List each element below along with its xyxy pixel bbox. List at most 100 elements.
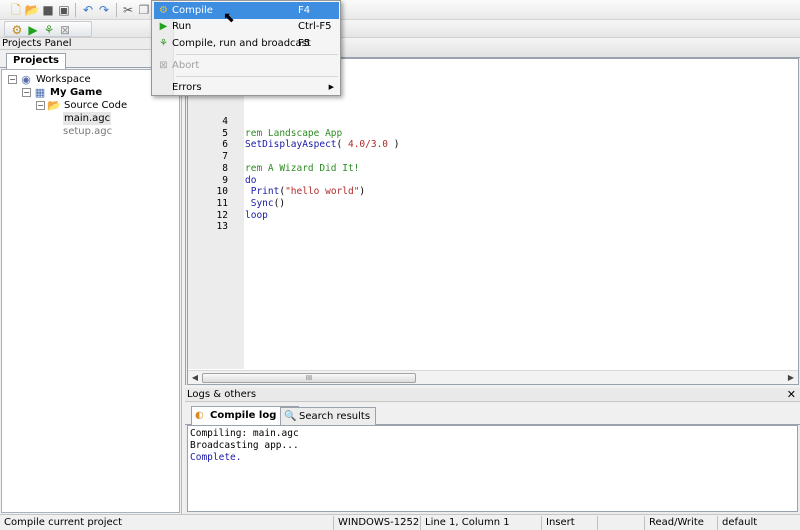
tree-label: main.agc — [63, 112, 112, 125]
new-file-icon[interactable]: 🗋 — [8, 2, 24, 18]
tab-search-results[interactable]: 🔍 Search results — [280, 407, 377, 425]
menu-item-errors[interactable]: Errors ▶ — [154, 79, 339, 96]
menu-item-shortcut: F5 — [298, 38, 311, 49]
redo-icon[interactable]: ↷ — [96, 2, 112, 18]
menu-item-abort[interactable]: ⊠ Abort — [154, 57, 339, 74]
submenu-arrow-icon: ▶ — [328, 83, 334, 91]
status-divider — [333, 516, 334, 530]
tree-label: My Game — [50, 87, 103, 98]
horizontal-scrollbar[interactable]: ◀ III ▶ — [188, 370, 798, 384]
code-token: do — [245, 175, 257, 186]
copy-icon[interactable]: ❐ — [136, 2, 152, 18]
tab-label: Compile log — [210, 410, 277, 421]
status-divider — [717, 516, 718, 530]
line-number: 7 — [222, 151, 228, 162]
run-play-icon[interactable]: ▶ — [25, 22, 41, 38]
status-bar: Compile current project WINDOWS-1252 Lin… — [0, 514, 800, 530]
code-token: Sync — [245, 198, 274, 209]
line-number: 11 — [216, 198, 228, 209]
toolbar-separator — [116, 3, 117, 17]
workspace-expander[interactable]: − — [8, 75, 17, 84]
code-token: SetDisplayAspect — [245, 139, 337, 150]
tree-label: Source Code — [64, 100, 128, 111]
undo-icon[interactable]: ↶ — [80, 2, 96, 18]
stop-icon[interactable]: ⊠ — [57, 22, 73, 38]
code-line: Sync() — [245, 198, 285, 210]
status-divider — [420, 516, 421, 530]
line-number: 10 — [216, 186, 228, 197]
toolbar-separator — [75, 3, 76, 17]
open-folder-icon[interactable]: 📂 — [24, 2, 40, 18]
tab-projects[interactable]: Projects — [6, 53, 67, 69]
projects-panel: Projects Panel Projects − ◉ Workspace − … — [0, 38, 182, 514]
tree-item-project[interactable]: ▦ My Game — [33, 86, 102, 99]
main-toolbar: 🗋 📂 ■ ▣ ↶ ↷ ✂ ❐ — [0, 0, 800, 20]
tree-item-source-code[interactable]: 📂 Source Code — [47, 99, 127, 112]
code-editor[interactable]: on 45rem Landscape App6SetDisplayAspect(… — [187, 58, 799, 385]
build-dropdown-menu: ⚙ Compile F4 ▶ Run Ctrl-F5 ⚘ Compile, ru… — [151, 0, 341, 96]
code-token: rem Landscape App — [245, 128, 343, 139]
status-encoding: WINDOWS-1252 — [338, 517, 420, 528]
logs-panel: Logs & others ✕ ◐ Compile log ✕ 🔍 Search… — [185, 388, 800, 514]
mouse-pointer-icon: ⬉ — [223, 10, 235, 26]
code-token: Print — [245, 186, 280, 197]
menu-separator — [176, 76, 338, 77]
status-position: Line 1, Column 1 — [425, 517, 510, 528]
broadcast-icon[interactable]: ⚘ — [41, 22, 57, 38]
project-expander[interactable]: − — [22, 88, 31, 97]
code-token: loop — [245, 210, 268, 221]
code-token: rem A Wizard Did It! — [245, 163, 360, 174]
scroll-left-icon[interactable]: ◀ — [189, 372, 201, 384]
code-line: loop — [245, 210, 268, 222]
log-line: Compiling: main.agc — [190, 428, 299, 439]
tree-item-file[interactable]: setup.agc — [63, 125, 112, 138]
compile-gear-icon: ⚙ — [159, 5, 168, 16]
status-divider — [597, 516, 598, 530]
status-profile: default — [722, 517, 758, 528]
menu-item-compile[interactable]: ⚙ Compile F4 — [154, 2, 339, 19]
save-icon[interactable]: ■ — [40, 2, 56, 18]
menu-item-shortcut: F4 — [298, 5, 311, 16]
logs-panel-title: Logs & others — [185, 388, 800, 402]
workspace-icon: ◉ — [21, 72, 31, 86]
menu-item-label: Abort — [172, 60, 200, 71]
code-token: ( — [336, 139, 348, 150]
project-tree: − ◉ Workspace − ▦ My Game − 📂 Source Cod… — [1, 69, 180, 513]
status-mode: Insert — [546, 517, 575, 528]
tree-label: setup.agc — [63, 126, 113, 137]
tree-item-file[interactable]: main.agc — [63, 112, 112, 125]
broadcast-icon: ⚘ — [159, 38, 168, 49]
scroll-thumb[interactable]: III — [202, 373, 416, 383]
folder-expander[interactable]: − — [36, 101, 45, 110]
search-icon: 🔍 — [284, 410, 297, 422]
line-number: 13 — [216, 221, 228, 232]
menu-item-compile-run-broadcast[interactable]: ⚘ Compile, run and broadcast F5 — [154, 35, 339, 52]
logs-tabbar: ◐ Compile log ✕ 🔍 Search results — [185, 403, 800, 425]
build-toolbar-strip: ⚙ ▶ ⚘ ⊠ — [4, 21, 92, 37]
menu-item-run[interactable]: ▶ Run Ctrl-F5 — [154, 18, 339, 35]
status-access: Read/Write — [649, 517, 704, 528]
code-token: ) — [388, 139, 400, 150]
project-icon: ▦ — [34, 85, 46, 99]
folder-open-icon: 📂 — [47, 98, 61, 112]
line-number: 8 — [222, 163, 228, 174]
tree-item-workspace[interactable]: ◉ Workspace — [19, 72, 90, 86]
run-play-icon: ▶ — [159, 21, 168, 32]
scroll-right-icon[interactable]: ▶ — [785, 372, 797, 384]
line-number: 4 — [222, 116, 228, 127]
code-line: rem A Wizard Did It! — [245, 163, 359, 175]
code-token: 4.0/3.0 — [347, 139, 389, 150]
code-token: ) — [359, 186, 366, 197]
log-line: Broadcasting app... — [190, 440, 299, 451]
menu-separator — [176, 54, 338, 55]
compile-gear-icon[interactable]: ⚙ — [9, 22, 25, 38]
code-line: SetDisplayAspect( 4.0/3.0 ) — [245, 139, 399, 151]
compile-log-icon: ◐ — [195, 410, 204, 421]
save-all-icon[interactable]: ▣ — [56, 2, 72, 18]
close-icon[interactable]: ✕ — [787, 388, 796, 401]
log-line: Complete. — [190, 452, 242, 463]
menu-item-label: Compile — [172, 5, 213, 16]
cut-icon[interactable]: ✂ — [120, 2, 136, 18]
tab-label: Search results — [299, 410, 371, 422]
line-number: 6 — [222, 139, 228, 150]
